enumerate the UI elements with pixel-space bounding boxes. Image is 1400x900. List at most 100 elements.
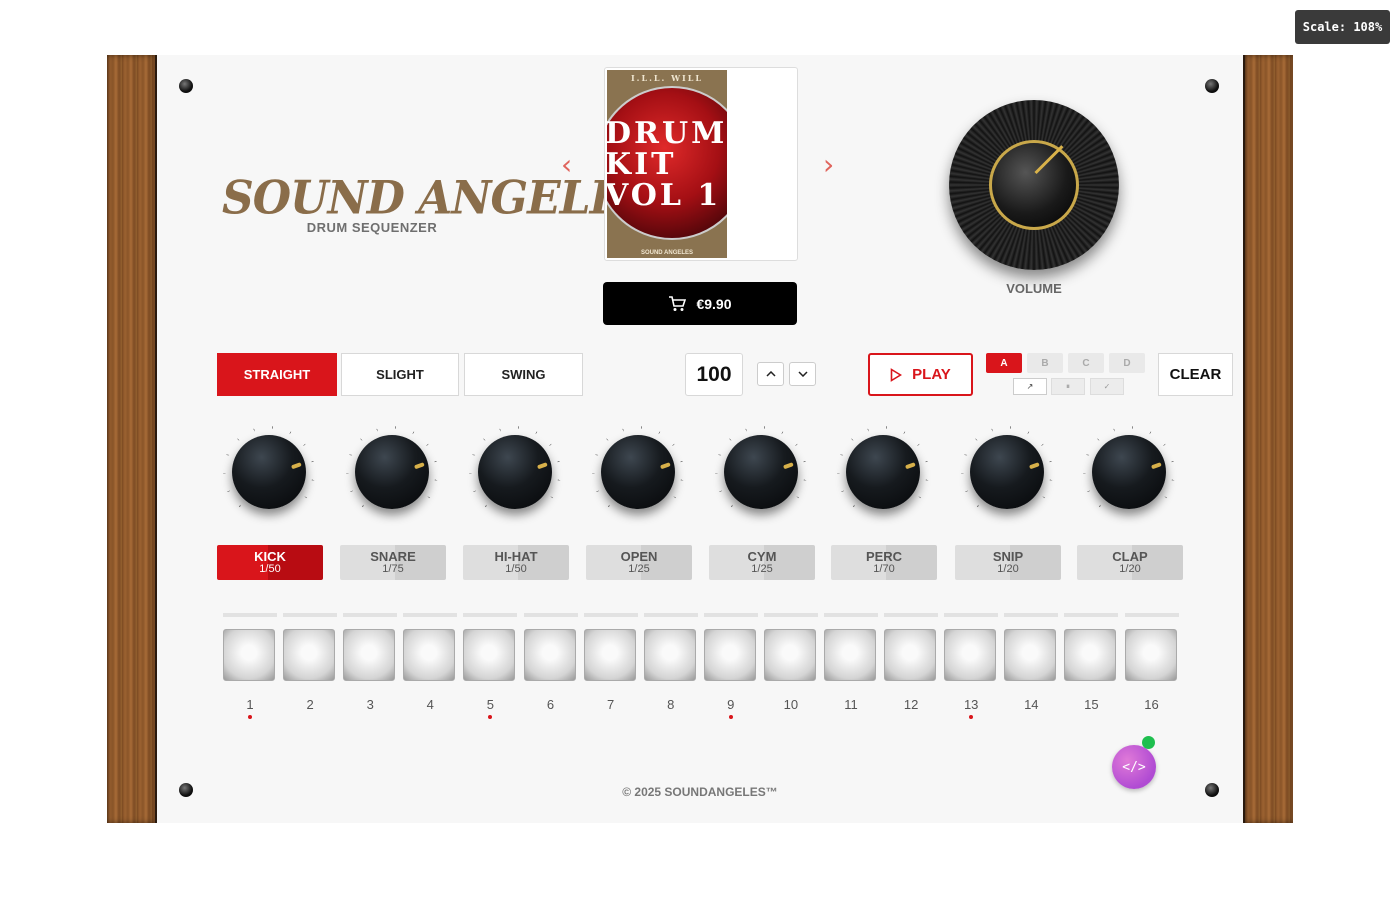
channel-name: SNARE	[370, 548, 416, 564]
step-indicator-bar	[223, 613, 277, 617]
cover-top-text: I.L.L. WILL	[630, 73, 704, 83]
prev-kit-button[interactable]: ‹	[561, 148, 572, 181]
chevron-down-icon	[797, 371, 808, 377]
channel-clap: CLAP 1/20	[1077, 426, 1183, 580]
pattern-copy-button[interactable]: ↗	[1013, 378, 1047, 395]
channel-select-button[interactable]: SNIP 1/20	[955, 545, 1061, 580]
swing-straight-button[interactable]: STRAIGHT	[217, 353, 337, 396]
step-indicator-bar	[283, 613, 338, 617]
pattern-pause-button[interactable]: ⏸	[1051, 378, 1085, 395]
channel-level-knob[interactable]	[970, 435, 1044, 509]
channel-select-button[interactable]: PERC 1/70	[831, 545, 937, 580]
buy-button[interactable]: €9.90	[603, 282, 797, 325]
chevron-left-icon: ‹	[561, 148, 573, 181]
channel-level-knob[interactable]	[478, 435, 552, 509]
knob-indicator	[270, 462, 301, 477]
step-pad[interactable]	[583, 629, 636, 681]
beat-marker	[609, 715, 613, 719]
next-kit-button[interactable]: ›	[823, 148, 834, 181]
beat-marker	[248, 715, 252, 719]
channel-select-button[interactable]: CLAP 1/20	[1077, 545, 1183, 580]
step-column: 3	[343, 613, 398, 719]
step-pad[interactable]	[403, 629, 456, 681]
step-column: 7	[583, 613, 638, 719]
channel-select-button[interactable]: KICK 1/50	[217, 545, 323, 580]
step-indicator-bar	[403, 613, 458, 617]
step-column: 8	[643, 613, 698, 719]
pattern-a-button[interactable]: A	[986, 353, 1022, 373]
beat-marker	[1029, 715, 1033, 719]
channel-select-button[interactable]: OPEN 1/25	[586, 545, 692, 580]
step-pad[interactable]	[343, 629, 396, 681]
step-indicator-bar	[463, 613, 518, 617]
channel-name: HI-HAT	[494, 548, 538, 564]
swing-slight-button[interactable]: SLIGHT	[341, 353, 459, 396]
step-pad[interactable]	[283, 629, 336, 681]
step-column: 6	[523, 613, 578, 719]
tempo-display[interactable]: 100	[685, 353, 743, 396]
channel-rate: 1/50	[259, 562, 281, 575]
step-pad[interactable]	[763, 629, 816, 681]
clear-button[interactable]: CLEAR	[1158, 353, 1233, 396]
cover-title-line: KIT	[607, 147, 677, 182]
channel-level-knob[interactable]	[232, 435, 306, 509]
channel-select-button[interactable]: CYM 1/25	[709, 545, 815, 580]
play-button[interactable]: PLAY	[868, 353, 973, 396]
beat-marker	[849, 715, 853, 719]
channel-level-knob[interactable]	[724, 435, 798, 509]
tempo-up-button[interactable]	[757, 362, 784, 386]
step-number: 15	[1084, 697, 1099, 712]
channel-knob-wrap	[217, 426, 323, 529]
kit-cover-frame: I.L.L. WILL DRUM KIT VOL 1 SOUND ANGELES	[604, 67, 798, 261]
step-number: 2	[306, 697, 314, 712]
cover-title-line: VOL 1	[607, 178, 722, 213]
step-column: 1	[223, 613, 277, 719]
channel-rate: 1/20	[997, 562, 1019, 575]
screw-icon	[1205, 79, 1219, 93]
volume-knob[interactable]	[949, 100, 1119, 270]
channel-level-knob[interactable]	[1092, 435, 1166, 509]
step-pad[interactable]	[884, 629, 937, 681]
beat-marker	[549, 715, 553, 719]
channel-level-knob[interactable]	[355, 435, 429, 509]
channel-open: OPEN 1/25	[586, 426, 692, 580]
step-pad[interactable]	[1004, 629, 1057, 681]
step-number: 1	[246, 697, 254, 712]
channel-perc: PERC 1/70	[831, 426, 937, 580]
step-number: 16	[1144, 697, 1159, 712]
tempo-down-button[interactable]	[789, 362, 816, 386]
wood-side-right	[1243, 55, 1293, 823]
step-pad[interactable]	[1064, 629, 1117, 681]
pattern-c-button[interactable]: C	[1068, 353, 1104, 373]
step-pad[interactable]	[463, 629, 516, 681]
step-pad[interactable]	[1124, 629, 1177, 681]
channel-knob-wrap	[340, 426, 446, 529]
pattern-b-button[interactable]: B	[1027, 353, 1063, 373]
swing-swing-button[interactable]: SWING	[464, 353, 583, 396]
pattern-d-button[interactable]: D	[1109, 353, 1145, 373]
channel-level-knob[interactable]	[601, 435, 675, 509]
step-indicator-bar	[523, 613, 578, 617]
beat-marker	[969, 715, 974, 719]
step-number: 7	[606, 697, 615, 712]
step-pad[interactable]	[703, 629, 756, 681]
cover-title: DRUM KIT VOL 1	[607, 118, 727, 211]
code-button[interactable]: </>	[1112, 745, 1156, 789]
step-number: 12	[903, 697, 919, 712]
step-pad[interactable]	[643, 629, 696, 681]
pattern-confirm-button[interactable]: ✓	[1090, 378, 1124, 395]
channel-select-button[interactable]: HI-HAT 1/50	[463, 545, 569, 580]
step-indicator-bar	[1064, 613, 1119, 617]
channel-select-button[interactable]: SNARE 1/75	[340, 545, 446, 580]
step-pad[interactable]	[944, 629, 997, 681]
play-icon	[890, 367, 903, 382]
step-pad[interactable]	[223, 629, 275, 681]
step-pad[interactable]	[824, 629, 876, 681]
code-icon: </>	[1122, 759, 1146, 775]
price-label: €9.90	[696, 295, 732, 312]
step-pad[interactable]	[523, 629, 576, 681]
channel-name: SNIP	[992, 548, 1024, 564]
beat-marker	[308, 715, 312, 719]
kit-cover-image: I.L.L. WILL DRUM KIT VOL 1 SOUND ANGELES	[607, 70, 727, 258]
channel-level-knob[interactable]	[846, 435, 920, 509]
